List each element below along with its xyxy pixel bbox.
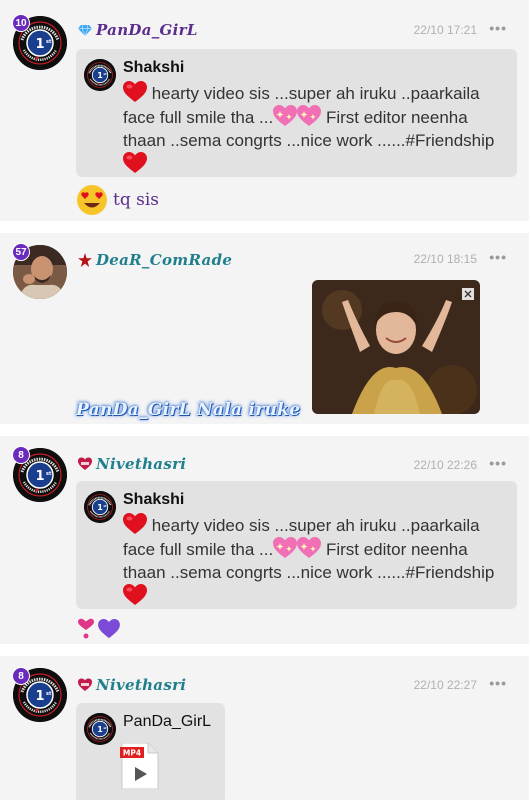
sparkling-heart-icon	[297, 105, 321, 127]
quote-author: Shakshi	[123, 59, 185, 76]
quote-author: PanDa_GirL	[123, 713, 212, 730]
overlay-text: PanDa_GirL Nala iruke	[76, 400, 301, 420]
divider	[0, 644, 529, 656]
star-badge-icon	[78, 253, 92, 267]
divider	[0, 424, 529, 436]
more-options-icon[interactable]: •••	[489, 455, 507, 471]
mp4-video-file-icon[interactable]: MP4	[120, 743, 160, 789]
timestamp: 22/10 17:21	[413, 23, 477, 37]
chat-message: 8 Nivethasri 22/10 22:26 ••• Shakshi hea…	[0, 436, 529, 656]
timestamp: 22/10 18:15	[413, 252, 477, 266]
red-heart-icon	[123, 152, 147, 174]
quote-avatar	[84, 491, 116, 523]
quote-text: hearty video sis ...super ah iruku ..paa…	[123, 513, 507, 608]
username: Nivethasri	[96, 455, 187, 473]
heart-badge-icon	[78, 457, 92, 470]
username: Nivethasri	[96, 676, 187, 694]
chat-message: 8 Nivethasri 22/10 22:27 ••• PanDa_GirL …	[0, 656, 529, 800]
chat-feed: 10 PanDa_GirL 22/10 17:21 ••• Shakshi he…	[0, 0, 529, 800]
quoted-message[interactable]: Shakshi hearty video sis ...super ah iru…	[76, 481, 517, 609]
more-options-icon[interactable]: •••	[489, 249, 507, 265]
chat-message: 10 PanDa_GirL 22/10 17:21 ••• Shakshi he…	[0, 0, 529, 233]
sparkling-heart-icon	[273, 105, 297, 127]
gif-image-thumbnail[interactable]	[312, 280, 480, 414]
username-row[interactable]: Nivethasri	[78, 676, 186, 694]
reply-text: tq sis	[113, 190, 160, 210]
heart-badge-icon	[78, 678, 92, 691]
heart-exclamation-icon	[78, 618, 94, 639]
timestamp: 22/10 22:26	[413, 458, 477, 472]
heart-eyes-emoji-icon	[77, 185, 107, 215]
username: PanDa_GirL	[96, 21, 198, 39]
tamil-heart-chat-1st-logo	[84, 713, 116, 745]
level-badge: 8	[12, 667, 30, 685]
level-badge: 57	[12, 243, 30, 261]
level-badge: 8	[12, 446, 30, 464]
more-options-icon[interactable]: •••	[489, 675, 507, 691]
red-heart-icon	[123, 584, 147, 606]
quote-avatar	[84, 59, 116, 91]
gif-image	[312, 280, 480, 414]
quote-author: Shakshi	[123, 491, 185, 508]
quote-text: hearty video sis ...super ah iruku ..paa…	[123, 81, 507, 176]
level-badge: 10	[12, 14, 30, 32]
chat-message: 57 DeaR_ComRade 22/10 18:15 ••• PanDa_Gi…	[0, 233, 529, 436]
sparkling-heart-icon	[297, 537, 321, 559]
purple-heart-icon	[98, 619, 120, 639]
username-row[interactable]: Nivethasri	[78, 455, 186, 473]
username-row[interactable]: DeaR_ComRade	[78, 251, 232, 269]
reply-emoji-row	[76, 618, 120, 640]
diamond-icon	[78, 24, 92, 37]
more-options-icon[interactable]: •••	[489, 20, 507, 36]
timestamp: 22/10 22:27	[413, 678, 477, 692]
quoted-file-message[interactable]: PanDa_GirL MP4	[76, 703, 225, 800]
quoted-message[interactable]: Shakshi hearty video sis ...super ah iru…	[76, 49, 517, 177]
red-heart-icon	[123, 513, 147, 535]
username-row[interactable]: PanDa_GirL	[78, 21, 198, 39]
reply-text-row: tq sis	[76, 184, 159, 216]
tamil-heart-chat-1st-logo	[84, 59, 116, 91]
divider	[0, 221, 529, 233]
tamil-heart-chat-1st-logo	[84, 491, 116, 523]
svg-text:MP4: MP4	[123, 749, 141, 758]
sparkling-heart-icon	[273, 537, 297, 559]
username: DeaR_ComRade	[96, 251, 233, 269]
quote-avatar	[84, 713, 116, 745]
red-heart-icon	[123, 81, 147, 103]
